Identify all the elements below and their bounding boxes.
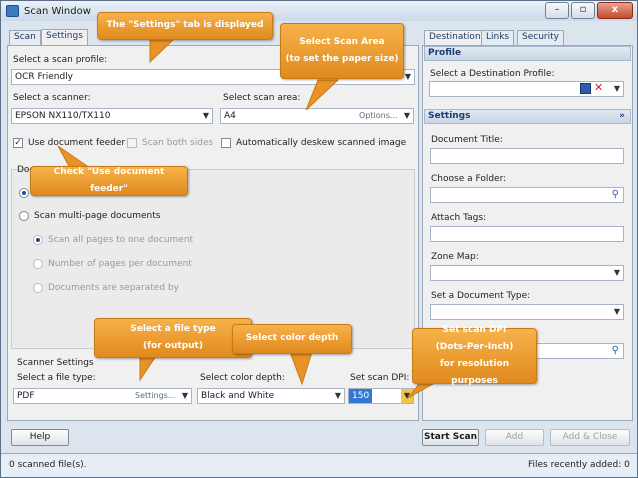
callout-arrow-settings <box>149 37 177 64</box>
callout-scan-area: Select Scan Area (to set the paper size) <box>280 23 404 79</box>
callout-color-depth: Select color depth <box>232 324 352 354</box>
callout-file-type: Select a file type (for output) <box>94 318 252 358</box>
callout-dpi: Set scan DPI (Dots-Per-Inch) for resolut… <box>412 325 537 386</box>
callout-arrow-scan-area <box>305 79 340 111</box>
callout-settings-tab: The "Settings" tab is displayed <box>97 12 273 40</box>
callout-use-feeder: Check "Use document feeder" <box>30 166 188 196</box>
callout-arrow-color-depth <box>289 351 313 386</box>
